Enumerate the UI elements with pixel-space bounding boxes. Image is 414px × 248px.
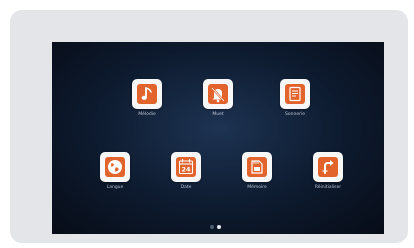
page-dot[interactable] [210,225,214,229]
app-sonnerie[interactable]: Sonnerie [265,79,325,123]
app-label: Langue [106,185,124,190]
home-screen: Mélodie Muet Sonnerie Langue 24 Date Mém… [52,42,384,234]
app-memoire[interactable]: Mémoire [227,152,287,196]
calendar-day: 24 [181,166,191,174]
device-frame: Mélodie Muet Sonnerie Langue 24 Date Mém… [10,10,408,243]
app-label: Sonnerie [285,112,305,117]
app-tile [242,152,272,182]
app-tile: 24 [171,152,201,182]
ring-document-icon [285,84,305,104]
app-tile [132,79,162,109]
globe-icon [105,157,125,177]
memory-card-icon [247,157,267,177]
app-tile [100,152,130,182]
app-label: Mélodie [138,112,156,117]
app-langue[interactable]: Langue [85,152,145,196]
app-tile [313,152,343,182]
app-tile [280,79,310,109]
app-reinitialiser[interactable]: Réinitialiser [298,152,358,196]
page-indicator [210,225,221,229]
app-muet[interactable]: Muet [188,79,248,123]
bell-muted-icon [208,84,228,104]
app-label: Date [180,185,192,190]
app-label: Réinitialiser [314,185,342,190]
app-label: Mémoire [247,185,267,190]
music-note-icon [137,84,157,104]
app-tile [203,79,233,109]
page-dot-active[interactable] [217,225,221,229]
reset-icon [318,157,338,177]
app-date[interactable]: 24 Date [156,152,216,196]
app-melodie[interactable]: Mélodie [117,79,177,123]
app-label: Muet [212,112,224,117]
calendar-icon: 24 [176,157,196,177]
